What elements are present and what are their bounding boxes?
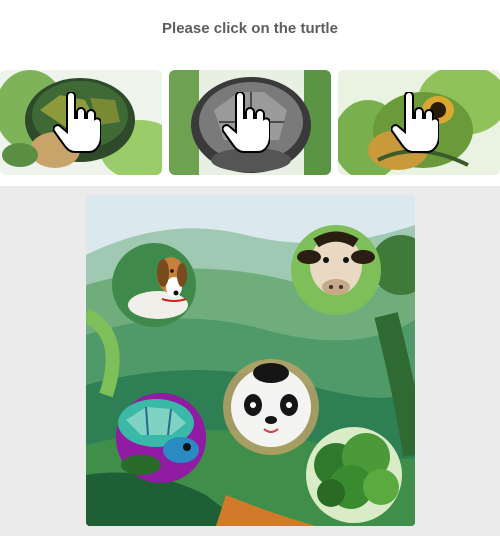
captcha-instruction: Please click on the turtle [162,20,338,37]
broccoli-option[interactable] [306,427,402,523]
cow-option[interactable] [291,225,381,315]
beagle-option[interactable] [112,243,196,327]
example-image-turtle-2 [169,70,331,175]
example-image-turtle-1 [0,70,162,175]
hand-pointer-icon [53,92,101,153]
turtle-option[interactable] [116,393,206,483]
panda-option[interactable] [223,359,319,455]
captcha-stage [0,186,500,536]
hand-pointer-icon [391,92,439,153]
captcha-canvas[interactable] [86,195,415,526]
hand-pointer-icon [222,92,270,153]
example-image-turtle-3 [338,70,500,175]
landscape-scene [86,195,415,526]
